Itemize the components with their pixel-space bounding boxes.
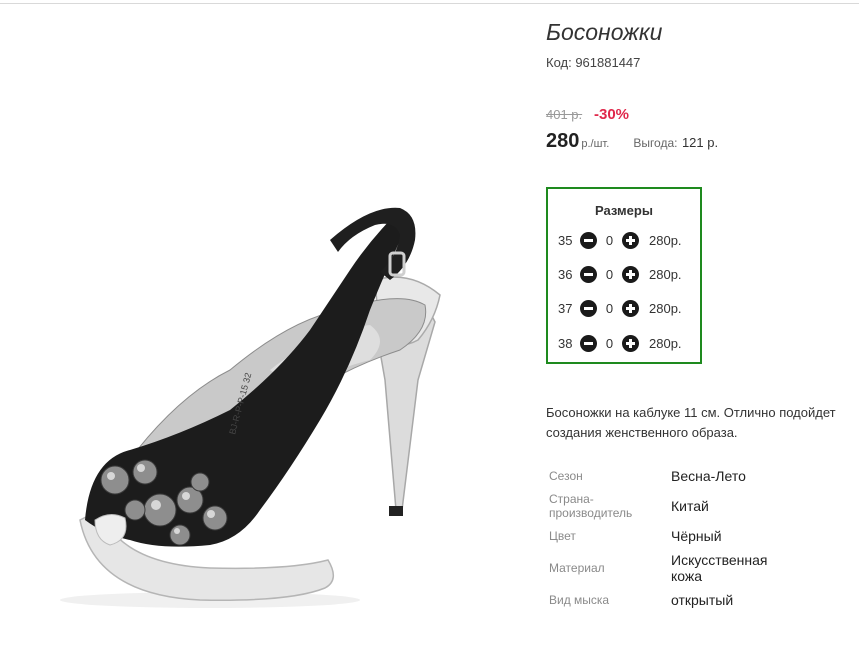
current-price: 280 — [546, 130, 580, 152]
spec-value-toe: открытый — [671, 592, 734, 608]
decrease-quantity-button[interactable] — [580, 265, 597, 283]
sizes-box: Размеры 35 0 280р. 36 0 280р. 37 0 280р.… — [546, 187, 702, 364]
size-price: 280р. — [649, 300, 682, 316]
quantity-value: 0 — [605, 335, 614, 351]
discount-badge: -30% — [594, 106, 630, 123]
size-row-35: 35 0 280р. — [558, 230, 682, 250]
increase-quantity-button[interactable] — [622, 299, 639, 317]
size-row-36: 36 0 280р. — [558, 264, 682, 284]
saving-value: 121 р. — [681, 135, 719, 150]
size-number: 37 — [558, 300, 573, 316]
spec-value-country: Китай — [671, 498, 709, 514]
quantity-value: 0 — [605, 232, 614, 248]
increase-quantity-button[interactable] — [622, 334, 639, 352]
size-number: 36 — [558, 266, 573, 282]
price-unit: р./шт. — [581, 138, 610, 150]
size-number: 35 — [558, 232, 573, 248]
decrease-quantity-button[interactable] — [580, 231, 597, 249]
size-price: 280р. — [649, 335, 682, 351]
decrease-quantity-button[interactable] — [580, 334, 597, 352]
size-row-38: 38 0 280р. — [558, 333, 682, 353]
description-line: Босоножки на каблуке 11 см. Отлично подо… — [546, 405, 836, 420]
increase-quantity-button[interactable] — [622, 265, 639, 283]
product-description: Босоножки на каблуке 11 см. Отлично подо… — [546, 403, 859, 443]
description-line: создания женственного образа. — [546, 425, 738, 440]
product-title: Босоножки — [546, 19, 663, 45]
sizes-title: Размеры — [595, 203, 653, 218]
saving-label: Выгода: — [633, 136, 678, 150]
product-info-panel: Босоножки Код: 961881447 401 р. -30% 280… — [546, 0, 859, 645]
size-price: 280р. — [649, 266, 682, 282]
old-price: 401 р. — [546, 107, 583, 122]
spec-label-color: Цвет — [549, 529, 576, 543]
quantity-value: 0 — [605, 300, 614, 316]
size-number: 38 — [558, 335, 573, 351]
spec-value-color: Чёрный — [671, 528, 722, 544]
spec-label-material: Материал — [549, 561, 605, 575]
price-row: 280 р./шт. Выгода: 121 р. — [546, 130, 718, 153]
size-row-37: 37 0 280р. — [558, 298, 682, 318]
spec-label-country: Страна- производитель — [549, 492, 633, 520]
quantity-value: 0 — [605, 266, 614, 282]
spec-label-season: Сезон — [549, 469, 583, 483]
size-price: 280р. — [649, 232, 682, 248]
increase-quantity-button[interactable] — [622, 231, 639, 249]
spec-value-material: Искусственная кожа — [671, 552, 768, 584]
product-photo: BJ-R-P-P-15 32 — [60, 207, 441, 608]
decrease-quantity-button[interactable] — [580, 299, 597, 317]
spec-label-toe: Вид мыска — [549, 593, 610, 607]
product-code: Код: 961881447 — [546, 55, 641, 70]
spec-value-season: Весна-Лето — [671, 468, 746, 484]
